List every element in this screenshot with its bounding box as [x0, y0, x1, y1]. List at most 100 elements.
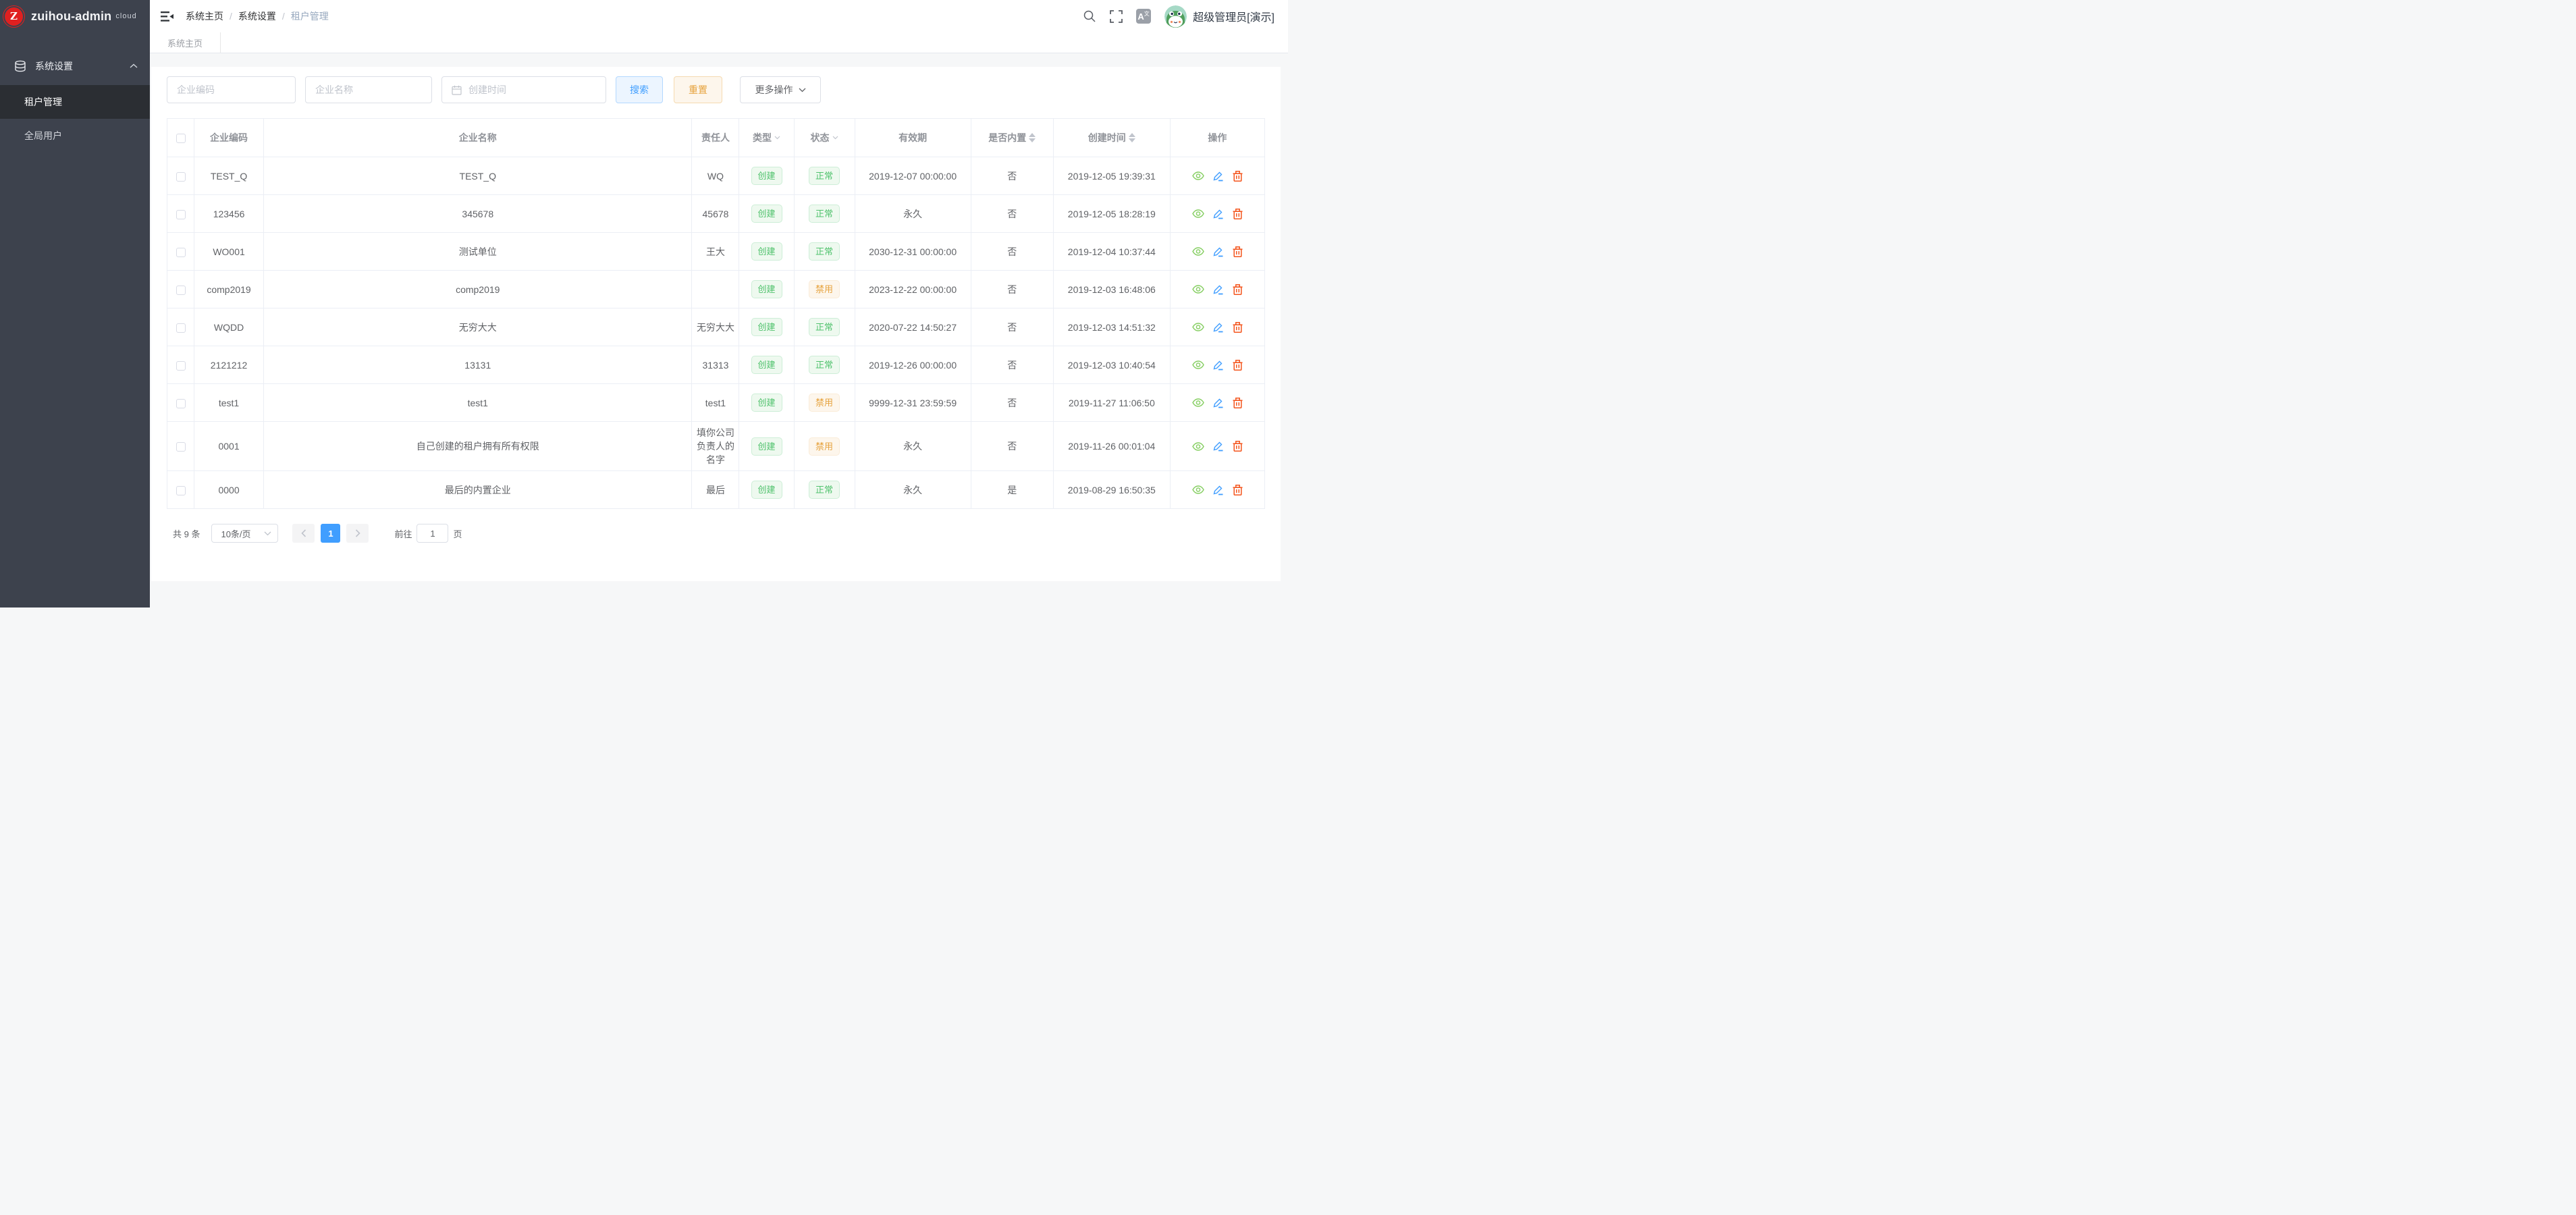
tenant-card: 搜索 重置 更多操作 企业编码 企业名称	[151, 67, 1281, 581]
column-header-created[interactable]: 创建时间	[1053, 119, 1170, 157]
delete-trash-icon[interactable]	[1233, 485, 1243, 495]
delete-trash-icon[interactable]	[1233, 398, 1243, 408]
view-eye-icon[interactable]	[1192, 323, 1204, 331]
created-time-field[interactable]	[441, 76, 606, 103]
user-menu[interactable]: 超级管理员[演示]	[1164, 5, 1274, 28]
page-size-select[interactable]: 10条/页	[211, 524, 278, 543]
tenant-builtin-cell: 否	[971, 195, 1053, 233]
delete-trash-icon[interactable]	[1233, 360, 1243, 371]
delete-trash-icon[interactable]	[1233, 209, 1243, 219]
edit-pencil-icon[interactable]	[1213, 284, 1224, 295]
row-checkbox[interactable]	[176, 361, 186, 371]
tenant-created-cell: 2019-11-26 00:01:04	[1053, 422, 1170, 471]
prev-page-button[interactable]	[292, 524, 315, 543]
row-checkbox[interactable]	[176, 323, 186, 333]
pagination-goto: 前往 页	[394, 524, 462, 543]
tenant-builtin-cell: 否	[971, 422, 1053, 471]
row-checkbox[interactable]	[176, 442, 186, 452]
tenant-type-cell: 创建	[739, 271, 794, 308]
edit-pencil-icon[interactable]	[1213, 171, 1224, 182]
view-eye-icon[interactable]	[1192, 247, 1204, 256]
edit-pencil-icon[interactable]	[1213, 209, 1224, 219]
delete-trash-icon[interactable]	[1233, 284, 1243, 295]
edit-pencil-icon[interactable]	[1213, 322, 1224, 333]
tenant-code-field[interactable]	[167, 76, 296, 103]
search-icon[interactable]	[1083, 9, 1096, 23]
tenant-name-cell: 最后的内置企业	[264, 471, 692, 509]
tab-system-home[interactable]: 系统主页	[150, 32, 221, 53]
created-time-input[interactable]	[468, 84, 596, 95]
more-actions-button[interactable]: 更多操作	[740, 76, 821, 103]
edit-pencil-icon[interactable]	[1213, 246, 1224, 257]
tenant-code-input[interactable]	[177, 84, 286, 95]
view-eye-icon[interactable]	[1192, 209, 1204, 218]
column-header-type[interactable]: 类型	[739, 119, 794, 157]
chevron-right-icon	[355, 529, 360, 537]
tenant-status-cell: 正常	[794, 308, 855, 346]
tenant-created-cell: 2019-12-04 10:37:44	[1053, 233, 1170, 271]
tenant-name-input[interactable]	[315, 84, 422, 95]
tenant-owner-cell: 31313	[692, 346, 739, 384]
tenant-type-cell: 创建	[739, 384, 794, 422]
row-checkbox[interactable]	[176, 210, 186, 219]
breadcrumb-system-settings[interactable]: 系统设置	[238, 9, 276, 23]
row-checkbox[interactable]	[176, 248, 186, 257]
tenant-name-field[interactable]	[305, 76, 432, 103]
delete-trash-icon[interactable]	[1233, 441, 1243, 452]
tenant-builtin-cell: 否	[971, 308, 1053, 346]
sidebar-item-system-settings[interactable]: 系统设置	[0, 47, 150, 85]
edit-pencil-icon[interactable]	[1213, 360, 1224, 371]
column-header-status[interactable]: 状态	[794, 119, 855, 157]
user-name: 超级管理员[演示]	[1193, 8, 1274, 24]
row-checkbox[interactable]	[176, 399, 186, 408]
delete-trash-icon[interactable]	[1233, 171, 1243, 182]
tenant-created-cell: 2019-12-03 10:40:54	[1053, 346, 1170, 384]
row-checkbox[interactable]	[176, 286, 186, 295]
search-button[interactable]: 搜索	[616, 76, 663, 103]
tenant-ops-cell	[1170, 271, 1264, 308]
row-select-cell	[167, 233, 194, 271]
view-eye-icon[interactable]	[1192, 398, 1204, 407]
row-select-cell	[167, 271, 194, 308]
edit-pencil-icon[interactable]	[1213, 441, 1224, 452]
table-row: TEST_Q TEST_Q WQ 创建 正常 2019-12-07 00:00:…	[167, 157, 1265, 195]
view-eye-icon[interactable]	[1192, 360, 1204, 369]
delete-trash-icon[interactable]	[1233, 246, 1243, 257]
view-eye-icon[interactable]	[1192, 285, 1204, 294]
delete-trash-icon[interactable]	[1233, 322, 1243, 333]
column-header-ops: 操作	[1170, 119, 1264, 157]
sidebar-item-global-users[interactable]: 全局用户	[0, 119, 150, 153]
page-size-value: 10条/页	[221, 527, 250, 540]
app-logo[interactable]: Z zuihou-admin cloud	[0, 0, 150, 32]
type-tag: 创建	[751, 167, 782, 185]
page-number-1[interactable]: 1	[321, 524, 340, 543]
tenant-ops-cell	[1170, 471, 1264, 509]
type-tag: 创建	[751, 394, 782, 412]
sort-caret-icon[interactable]	[1029, 133, 1036, 142]
edit-pencil-icon[interactable]	[1213, 398, 1224, 408]
submenu-item-label: 租户管理	[24, 95, 62, 109]
reset-button[interactable]: 重置	[674, 76, 722, 103]
view-eye-icon[interactable]	[1192, 485, 1204, 494]
column-header-builtin[interactable]: 是否内置	[971, 119, 1053, 157]
tenant-type-cell: 创建	[739, 157, 794, 195]
view-eye-icon[interactable]	[1192, 442, 1204, 451]
goto-page-input[interactable]	[417, 524, 448, 543]
language-icon[interactable]: A文	[1136, 9, 1151, 24]
fullscreen-icon[interactable]	[1110, 10, 1123, 23]
edit-pencil-icon[interactable]	[1213, 485, 1224, 495]
sidebar-item-tenant-management[interactable]: 租户管理	[0, 85, 150, 119]
tenant-ops-cell	[1170, 308, 1264, 346]
sort-caret-icon[interactable]	[1129, 133, 1135, 142]
breadcrumb-home[interactable]: 系统主页	[186, 9, 223, 23]
view-eye-icon[interactable]	[1192, 171, 1204, 180]
select-all-checkbox[interactable]	[176, 134, 186, 143]
row-checkbox[interactable]	[176, 172, 186, 182]
tenant-ops-cell	[1170, 195, 1264, 233]
tenant-ops-cell	[1170, 384, 1264, 422]
next-page-button[interactable]	[346, 524, 369, 543]
sidebar-fold-icon[interactable]	[161, 11, 173, 22]
submenu-item-label: 全局用户	[24, 129, 62, 142]
row-checkbox[interactable]	[176, 486, 186, 495]
content-area: 搜索 重置 更多操作 企业编码 企业名称	[150, 53, 1288, 608]
